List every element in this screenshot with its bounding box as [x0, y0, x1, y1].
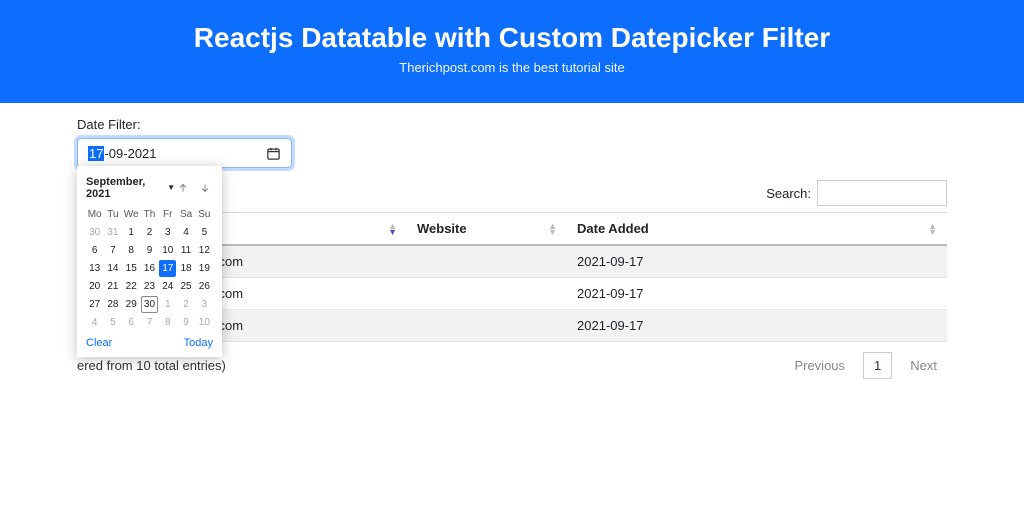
date-filter-rest: -09-2021	[104, 146, 156, 161]
datepicker-today[interactable]: Today	[184, 337, 213, 349]
page-title: Reactjs Datatable with Custom Datepicker…	[0, 22, 1024, 54]
datepicker-dow: Th	[141, 206, 158, 223]
datepicker-day[interactable]: 31	[104, 224, 121, 241]
datepicker-day[interactable]: 21	[104, 278, 121, 295]
datepicker-day[interactable]: 6	[123, 314, 140, 331]
col-website[interactable]: Website ▲▼	[407, 213, 567, 246]
datepicker-day[interactable]: 24	[159, 278, 176, 295]
sort-icon: ▲▼	[928, 223, 937, 235]
datepicker-day[interactable]: 8	[123, 242, 140, 259]
datepicker-dow: Sa	[177, 206, 194, 223]
datepicker-day[interactable]: 9	[141, 242, 158, 259]
date-filter-label: Date Filter:	[77, 117, 947, 132]
datepicker-month-select[interactable]: September, 2021 ▼	[86, 176, 175, 200]
datepicker-day[interactable]: 26	[196, 278, 213, 295]
datepicker-day[interactable]: 14	[104, 260, 121, 277]
table-info: ered from 10 total entries)	[77, 358, 226, 373]
datepicker-day[interactable]: 3	[196, 296, 213, 313]
datepicker-day[interactable]: 2	[177, 296, 194, 313]
datepicker-day[interactable]: 7	[104, 242, 121, 259]
datepicker-day[interactable]: 10	[196, 314, 213, 331]
cell-website	[407, 278, 567, 310]
cell-website	[407, 245, 567, 278]
datepicker-day[interactable]: 16	[141, 260, 158, 277]
datepicker-day[interactable]: 30	[141, 296, 158, 313]
datepicker-day[interactable]: 12	[196, 242, 213, 259]
search-input[interactable]	[817, 180, 947, 206]
datepicker-dow: Fr	[159, 206, 176, 223]
datepicker-day[interactable]: 10	[159, 242, 176, 259]
datepicker-day[interactable]: 5	[104, 314, 121, 331]
datepicker-clear[interactable]: Clear	[86, 337, 112, 349]
datepicker-day[interactable]: 27	[86, 296, 103, 313]
cell-date-added: 2021-09-17	[567, 310, 947, 342]
date-filter-input[interactable]: 17-09-2021	[77, 138, 292, 168]
datepicker-day[interactable]: 1	[123, 224, 140, 241]
datepicker-dow: Su	[196, 206, 213, 223]
page-subtitle: Therichpost.com is the best tutorial sit…	[0, 60, 1024, 75]
datepicker-day[interactable]: 9	[177, 314, 194, 331]
datepicker-day[interactable]: 30	[86, 224, 103, 241]
date-filter-selected-day: 17	[88, 146, 104, 161]
datepicker-dow: We	[123, 206, 140, 223]
datepicker-day[interactable]: 11	[177, 242, 194, 259]
prev-button[interactable]: Previous	[784, 353, 855, 378]
datepicker-day[interactable]: 23	[141, 278, 158, 295]
datepicker-dow: Mo	[86, 206, 103, 223]
datepicker-dow: Tu	[104, 206, 121, 223]
datepicker-day[interactable]: 13	[86, 260, 103, 277]
next-button[interactable]: Next	[900, 353, 947, 378]
sort-icon: ▲▼	[388, 223, 397, 235]
datepicker-day[interactable]: 1	[159, 296, 176, 313]
datepicker-day[interactable]: 4	[86, 314, 103, 331]
page-number[interactable]: 1	[863, 352, 892, 379]
datepicker-day[interactable]: 7	[141, 314, 158, 331]
caret-down-icon: ▼	[167, 183, 175, 192]
datepicker-popup: September, 2021 ▼ MoTuWeThFrSaSu30311234…	[77, 166, 222, 357]
datepicker-day[interactable]: 4	[177, 224, 194, 241]
datepicker-day[interactable]: 22	[123, 278, 140, 295]
datepicker-day[interactable]: 6	[86, 242, 103, 259]
sort-icon: ▲▼	[548, 223, 557, 235]
cell-date-added: 2021-09-17	[567, 278, 947, 310]
datepicker-day[interactable]: 17	[159, 260, 176, 277]
calendar-icon[interactable]	[266, 146, 281, 161]
pagination: Previous 1 Next	[784, 352, 947, 379]
prev-month-button[interactable]	[175, 180, 191, 196]
datepicker-day[interactable]: 15	[123, 260, 140, 277]
cell-date-added: 2021-09-17	[567, 245, 947, 278]
next-month-button[interactable]	[197, 180, 213, 196]
col-date-added[interactable]: Date Added ▲▼	[567, 213, 947, 246]
datepicker-day[interactable]: 25	[177, 278, 194, 295]
cell-website	[407, 310, 567, 342]
datepicker-day[interactable]: 29	[123, 296, 140, 313]
datepicker-day[interactable]: 3	[159, 224, 176, 241]
datepicker-day[interactable]: 5	[196, 224, 213, 241]
datepicker-day[interactable]: 28	[104, 296, 121, 313]
datepicker-day[interactable]: 8	[159, 314, 176, 331]
page-header: Reactjs Datatable with Custom Datepicker…	[0, 0, 1024, 103]
datepicker-day[interactable]: 20	[86, 278, 103, 295]
search-label: Search:	[766, 180, 947, 206]
datepicker-day[interactable]: 2	[141, 224, 158, 241]
datepicker-day[interactable]: 19	[196, 260, 213, 277]
datepicker-day[interactable]: 18	[177, 260, 194, 277]
